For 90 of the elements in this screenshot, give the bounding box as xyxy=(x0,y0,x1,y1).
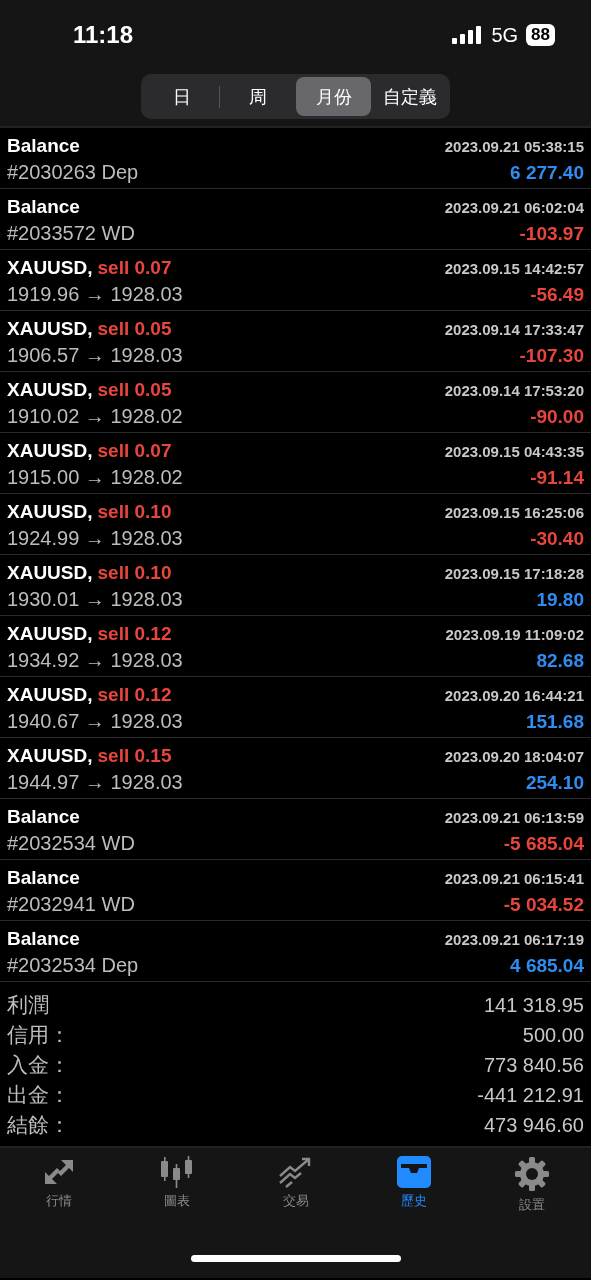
transaction-id: #2032534 Dep xyxy=(7,954,139,977)
timestamp: 2023.09.15 14:42:57 xyxy=(444,260,584,277)
timestamp: 2023.09.21 06:13:59 xyxy=(444,809,584,826)
symbol-label: XAUUSD, xyxy=(7,745,93,767)
amount: 6 277.40 xyxy=(510,162,584,184)
price-range: 1915.00 → 1928.02 xyxy=(7,466,183,489)
amount: 4 685.04 xyxy=(510,955,584,977)
transaction-id: #2032941 WD xyxy=(7,893,135,916)
amount: -90.00 xyxy=(530,406,584,428)
order-side: sell 0.05 xyxy=(97,318,172,340)
symbol-label: XAUUSD, xyxy=(7,318,93,340)
period-tab[interactable]: 月份 xyxy=(296,77,371,116)
amount: -103.97 xyxy=(519,223,584,245)
amount: -107.30 xyxy=(519,345,584,367)
timestamp: 2023.09.21 05:38:15 xyxy=(444,138,584,155)
period-tab[interactable]: 日 xyxy=(144,77,219,116)
price-range: 1944.97 → 1928.03 xyxy=(7,771,183,794)
amount: -30.40 xyxy=(530,528,584,550)
symbol-label: XAUUSD, xyxy=(7,684,93,706)
order-side: sell 0.15 xyxy=(97,745,172,767)
order-side: sell 0.10 xyxy=(97,501,172,523)
order-side: sell 0.07 xyxy=(97,257,172,279)
summary-label: 入金： xyxy=(7,1052,70,1078)
signal-icon xyxy=(452,26,484,44)
price-range: 1910.02 → 1928.02 xyxy=(7,405,183,428)
tab-bar-item[interactable]: 圖表 xyxy=(118,1156,237,1234)
tab-bar-item[interactable]: 交易 xyxy=(236,1156,355,1234)
symbol-label: XAUUSD, xyxy=(7,257,93,279)
price-range: 1940.67 → 1928.03 xyxy=(7,710,183,733)
period-tab[interactable]: 周 xyxy=(220,77,295,116)
order-side: sell 0.12 xyxy=(97,684,172,706)
timestamp: 2023.09.15 16:25:06 xyxy=(444,504,584,521)
symbol-label: XAUUSD, xyxy=(7,501,93,523)
price-range: 1919.96 → 1928.03 xyxy=(7,283,183,306)
order-side: sell 0.07 xyxy=(97,440,172,462)
summary-value: 473 946.60 xyxy=(483,1113,584,1137)
summary-value: 773 840.56 xyxy=(483,1053,584,1077)
order-side: sell 0.05 xyxy=(97,379,172,401)
amount: 254.10 xyxy=(525,772,584,794)
timestamp: 2023.09.21 06:17:19 xyxy=(444,931,584,948)
summary-value: -441 212.91 xyxy=(477,1083,584,1107)
order-side: sell 0.12 xyxy=(97,623,172,645)
summary-label: 信用： xyxy=(7,1022,70,1048)
amount: -5 685.04 xyxy=(503,833,584,855)
clock-time: 11:18 xyxy=(73,21,134,49)
amount: -91.14 xyxy=(530,467,584,489)
timestamp: 2023.09.21 06:02:04 xyxy=(444,199,584,216)
price-range: 1930.01 → 1928.03 xyxy=(7,588,183,611)
symbol-label: XAUUSD, xyxy=(7,440,93,462)
timestamp: 2023.09.15 17:18:28 xyxy=(444,565,584,582)
entry-type: Balance xyxy=(7,806,80,828)
price-range: 1934.92 → 1928.03 xyxy=(7,649,183,672)
entry-type: Balance xyxy=(7,928,80,950)
transaction-id: #2032534 WD xyxy=(7,832,135,855)
summary-label: 結餘： xyxy=(7,1112,70,1138)
entry-type: Balance xyxy=(7,135,80,157)
symbol-label: XAUUSD, xyxy=(7,623,93,645)
amount: -5 034.52 xyxy=(503,894,584,916)
timestamp: 2023.09.14 17:53:20 xyxy=(444,382,584,399)
transaction-id: #2033572 WD xyxy=(7,222,135,245)
settings-icon xyxy=(513,1156,550,1192)
network-label: 5G xyxy=(491,23,519,47)
timestamp: 2023.09.21 06:15:41 xyxy=(444,870,584,887)
summary-value: 500.00 xyxy=(522,1023,584,1047)
tab-bar-item[interactable]: 設置 xyxy=(472,1156,591,1234)
price-range: 1924.99 → 1928.03 xyxy=(7,527,183,550)
price-range: 1906.57 → 1928.03 xyxy=(7,344,183,367)
inbox-icon xyxy=(395,1156,432,1188)
tab-bar-item[interactable]: 行情 xyxy=(0,1156,119,1234)
battery-level: 88 xyxy=(526,24,555,46)
summary-label: 出金： xyxy=(7,1082,70,1108)
entry-type: Balance xyxy=(7,867,80,889)
amount: 82.68 xyxy=(536,650,584,672)
tab-bar-item[interactable]: 歷史 xyxy=(354,1156,473,1234)
timestamp: 2023.09.20 18:04:07 xyxy=(444,748,584,765)
entry-type: Balance xyxy=(7,196,80,218)
amount: -56.49 xyxy=(530,284,584,306)
symbol-label: XAUUSD, xyxy=(7,379,93,401)
amount: 151.68 xyxy=(525,711,584,733)
timestamp: 2023.09.15 04:43:35 xyxy=(444,443,584,460)
order-side: sell 0.10 xyxy=(97,562,172,584)
amount: 19.80 xyxy=(536,589,584,611)
transaction-id: #2030263 Dep xyxy=(7,161,139,184)
summary-label: 利潤 xyxy=(7,992,49,1018)
timestamp: 2023.09.20 16:44:21 xyxy=(444,687,584,704)
timestamp: 2023.09.14 17:33:47 xyxy=(444,321,584,338)
timestamp: 2023.09.19 11:09:02 xyxy=(445,626,584,643)
symbol-label: XAUUSD, xyxy=(7,562,93,584)
period-tab[interactable]: 自定義 xyxy=(372,77,447,116)
summary-value: 141 318.95 xyxy=(483,993,584,1017)
